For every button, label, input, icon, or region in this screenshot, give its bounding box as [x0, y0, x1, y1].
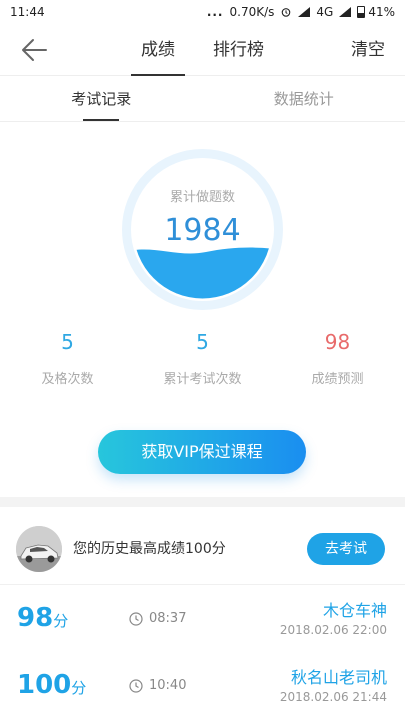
stat-label: 累计考试次数: [163, 372, 242, 387]
car-avatar-icon: [16, 526, 62, 572]
record-row[interactable]: 100分 10:40 秋名山老司机 2018.02.06 21:44: [0, 664, 405, 720]
battery: 41%: [357, 5, 395, 19]
signal-icon-2: [339, 7, 352, 17]
duration-text: 08:37: [149, 611, 187, 626]
record-score: 98分: [17, 603, 68, 633]
subtab-exam-records[interactable]: 考试记录: [0, 76, 203, 121]
record-date: 2018.02.06 21:44: [279, 690, 387, 704]
stat-value: 98: [324, 330, 351, 354]
section-divider: [0, 497, 405, 507]
duration-text: 10:40: [149, 678, 187, 693]
score-number: 100: [17, 670, 72, 700]
status-dots: ...: [206, 5, 224, 19]
stat-value: 5: [61, 330, 74, 354]
record-duration: 08:37: [129, 611, 186, 626]
record-username: 秋名山老司机: [290, 668, 387, 687]
record-row[interactable]: 98分 08:37 木仓车神 2018.02.06 22:00: [0, 597, 405, 665]
score-unit: 分: [71, 679, 87, 697]
subtab-data-stats[interactable]: 数据统计: [203, 76, 405, 121]
best-score-row: 您的历史最高成绩100分 去考试: [0, 507, 405, 585]
stats-row: 5 及格次数 5 累计考试次数 98 成绩预测: [0, 330, 405, 387]
status-bar: 11:44 ... 0.70K/s 4G 41%: [0, 0, 405, 24]
status-time: 11:44: [10, 5, 45, 19]
record-username: 木仓车神: [322, 601, 387, 620]
tab-scores[interactable]: 成绩: [131, 24, 185, 76]
clear-button[interactable]: 清空: [351, 24, 385, 76]
network-speed: 0.70K/s: [229, 5, 275, 19]
go-exam-button[interactable]: 去考试: [307, 533, 385, 565]
subtabs: 考试记录 数据统计: [0, 76, 405, 122]
gauge-value: 1984: [164, 213, 241, 248]
best-score-text: 您的历史最高成绩100分: [73, 541, 226, 557]
record-duration: 10:40: [129, 678, 186, 693]
nav-tabs: 成绩 排行榜: [0, 24, 405, 76]
nav-bar: 成绩 排行榜 清空: [0, 24, 405, 76]
record-score: 100分: [17, 670, 86, 700]
clock-icon: [129, 678, 143, 693]
tab-ranking[interactable]: 排行榜: [213, 24, 264, 76]
stat-pass-count: 5 及格次数: [0, 330, 135, 387]
stat-score-prediction: 98 成绩预测: [270, 330, 405, 387]
gauge-label: 累计做题数: [169, 190, 235, 205]
vip-course-button[interactable]: 获取VIP保过课程: [98, 430, 306, 474]
status-icons: ... 0.70K/s 4G 41%: [207, 5, 395, 19]
stat-label: 及格次数: [41, 372, 94, 387]
score-unit: 分: [53, 612, 69, 630]
score-number: 98: [17, 603, 54, 633]
battery-icon: [357, 6, 366, 18]
network-type: 4G: [316, 5, 334, 19]
stat-label: 成绩预测: [311, 372, 364, 387]
alarm-icon: [282, 8, 291, 17]
record-date: 2018.02.06 22:00: [279, 623, 387, 637]
clock-icon: [129, 611, 143, 626]
avatar: [16, 526, 62, 572]
stat-value: 5: [196, 330, 209, 354]
battery-percent: 41%: [368, 5, 395, 19]
stat-exam-count: 5 累计考试次数: [135, 330, 270, 387]
signal-icon: [298, 7, 311, 17]
